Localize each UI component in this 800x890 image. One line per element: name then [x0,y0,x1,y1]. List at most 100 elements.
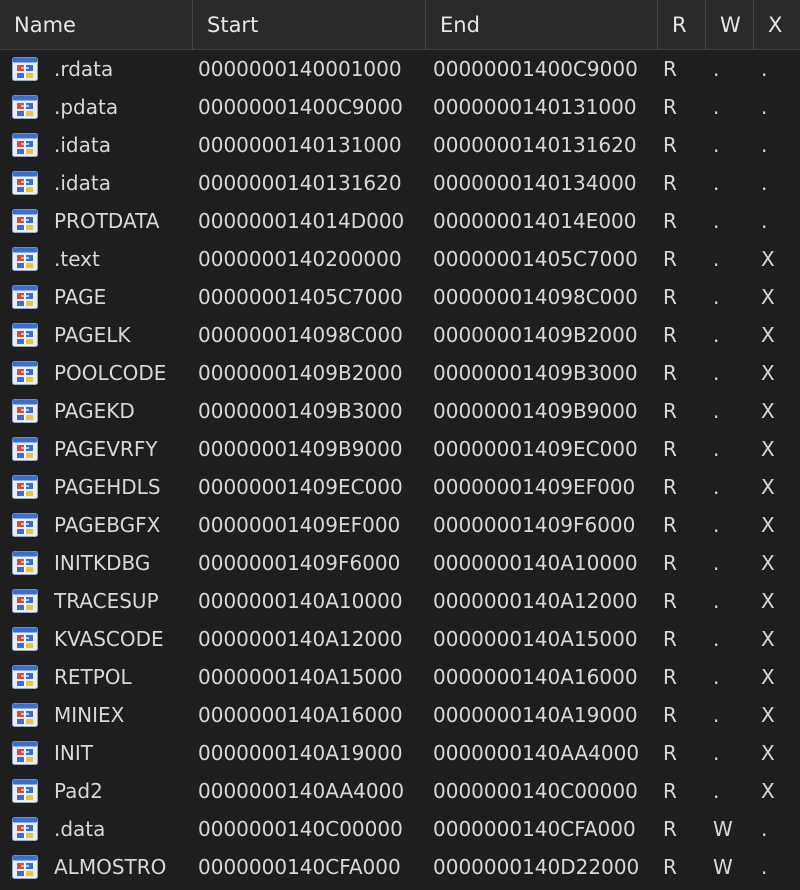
table-row[interactable]: .data 0000000140C00000 0000000140CFA000 … [0,810,800,848]
segment-name: RETPOL [54,665,132,689]
segment-end: 0000000140A16000 [433,665,638,689]
segment-execute-flag: X [761,285,775,309]
segment-start: 000000014014D000 [198,209,405,233]
table-row[interactable]: .idata 0000000140131620 0000000140134000… [0,164,800,202]
table-row[interactable]: KVASCODE 0000000140A12000 0000000140A150… [0,620,800,658]
segment-name: PAGE [54,285,107,309]
segment-end: 0000000140AA4000 [433,741,640,765]
segment-end: 00000001400C9000 [433,57,638,81]
segment-execute-flag: . [761,95,768,119]
segment-name: ALMOSTRO [54,855,167,879]
table-row[interactable]: ALMOSTRO 0000000140CFA000 0000000140D220… [0,848,800,886]
segment-read-flag: R [663,133,677,157]
segment-start: 0000000140C00000 [198,817,403,841]
table-row[interactable]: RETPOL 0000000140A15000 0000000140A16000… [0,658,800,696]
segment-name: .text [54,247,100,271]
segment-write-flag: . [713,133,720,157]
segment-read-flag: R [663,855,677,879]
segment-end: 000000014014E000 [433,209,637,233]
segment-write-flag: . [713,779,720,803]
segment-execute-flag: . [761,817,768,841]
segment-read-flag: R [663,703,677,727]
segment-read-flag: R [663,513,677,537]
table-row[interactable]: INITKDBG 00000001409F6000 0000000140A100… [0,544,800,582]
table-row[interactable]: PAGEVRFY 00000001409B9000 00000001409EC0… [0,430,800,468]
segment-read-flag: R [663,589,677,613]
segment-write-flag: . [713,361,720,385]
segment-read-flag: R [663,95,677,119]
segment-end: 0000000140C00000 [433,779,638,803]
segment-end: 0000000140A10000 [433,551,638,575]
segment-start: 00000001409B3000 [198,399,403,423]
column-header-end[interactable]: End [426,0,658,50]
table-row[interactable]: PROTDATA 000000014014D000 000000014014E0… [0,202,800,240]
table-row[interactable]: MINIEX 0000000140A16000 0000000140A19000… [0,696,800,734]
table-row[interactable]: Pad2 0000000140AA4000 0000000140C00000 R… [0,772,800,810]
segment-icon [12,779,38,803]
segment-name: KVASCODE [54,627,164,651]
segment-write-flag: . [713,437,720,461]
segment-name: .data [54,817,106,841]
segment-start: 0000000140A19000 [198,741,403,765]
segment-write-flag: . [713,741,720,765]
segment-end: 0000000140CFA000 [433,817,636,841]
column-header-execute[interactable]: X [754,0,800,50]
segment-read-flag: R [663,57,677,81]
segment-execute-flag: X [761,589,775,613]
segment-start: 00000001409B2000 [198,361,403,385]
table-row[interactable]: PAGEBGFX 00000001409EF000 00000001409F60… [0,506,800,544]
segment-write-flag: . [713,703,720,727]
segment-start: 0000000140A15000 [198,665,403,689]
table-row[interactable]: .idata 0000000140131000 0000000140131620… [0,126,800,164]
segment-read-flag: R [663,779,677,803]
table-row[interactable]: POOLCODE 00000001409B2000 00000001409B30… [0,354,800,392]
segment-read-flag: R [663,361,677,385]
segment-execute-flag: X [761,399,775,423]
segment-icon [12,171,38,195]
segment-name: .pdata [54,95,119,119]
segment-write-flag: . [713,627,720,651]
segment-end: 000000014098C000 [433,285,638,309]
segment-end: 0000000140131000 [433,95,637,119]
table-row[interactable]: PAGEHDLS 00000001409EC000 00000001409EF0… [0,468,800,506]
segment-write-flag: . [713,285,720,309]
table-row[interactable]: PAGEKD 00000001409B3000 00000001409B9000… [0,392,800,430]
segment-start: 0000000140A16000 [198,703,403,727]
segment-end: 0000000140A19000 [433,703,638,727]
segment-end: 00000001409B3000 [433,361,638,385]
table-row[interactable]: PAGELK 000000014098C000 00000001409B2000… [0,316,800,354]
segment-read-flag: R [663,741,677,765]
table-row[interactable]: .rdata 0000000140001000 00000001400C9000… [0,50,800,88]
segment-name: PAGEBGFX [54,513,161,537]
table-row[interactable]: INIT 0000000140A19000 0000000140AA4000 R… [0,734,800,772]
column-header-name[interactable]: Name [0,0,193,50]
segment-read-flag: R [663,285,677,309]
segment-end: 00000001409EC000 [433,437,638,461]
table-row[interactable]: PAGE 00000001405C7000 000000014098C000 R… [0,278,800,316]
segment-execute-flag: . [761,855,768,879]
segment-execute-flag: X [761,551,775,575]
segment-icon [12,285,38,309]
table-row[interactable]: .text 0000000140200000 00000001405C7000 … [0,240,800,278]
column-header-write[interactable]: W [706,0,754,50]
segment-read-flag: R [663,323,677,347]
segment-start: 00000001400C9000 [198,95,403,119]
segment-end: 00000001405C7000 [433,247,638,271]
segment-execute-flag: X [761,475,775,499]
segment-read-flag: R [663,171,677,195]
segment-start: 00000001409EF000 [198,513,401,537]
segment-icon [12,513,38,537]
segment-icon [12,209,38,233]
segment-read-flag: R [663,475,677,499]
table-row[interactable]: .pdata 00000001400C9000 0000000140131000… [0,88,800,126]
table-row[interactable]: TRACESUP 0000000140A10000 0000000140A120… [0,582,800,620]
column-header-read[interactable]: R [658,0,706,50]
segment-name: MINIEX [54,703,125,727]
segment-name: .idata [54,171,111,195]
segment-execute-flag: X [761,779,775,803]
segment-write-flag: . [713,57,720,81]
column-header-start[interactable]: Start [193,0,426,50]
segment-read-flag: R [663,209,677,233]
segment-name: INIT [54,741,93,765]
segment-icon [12,855,38,879]
